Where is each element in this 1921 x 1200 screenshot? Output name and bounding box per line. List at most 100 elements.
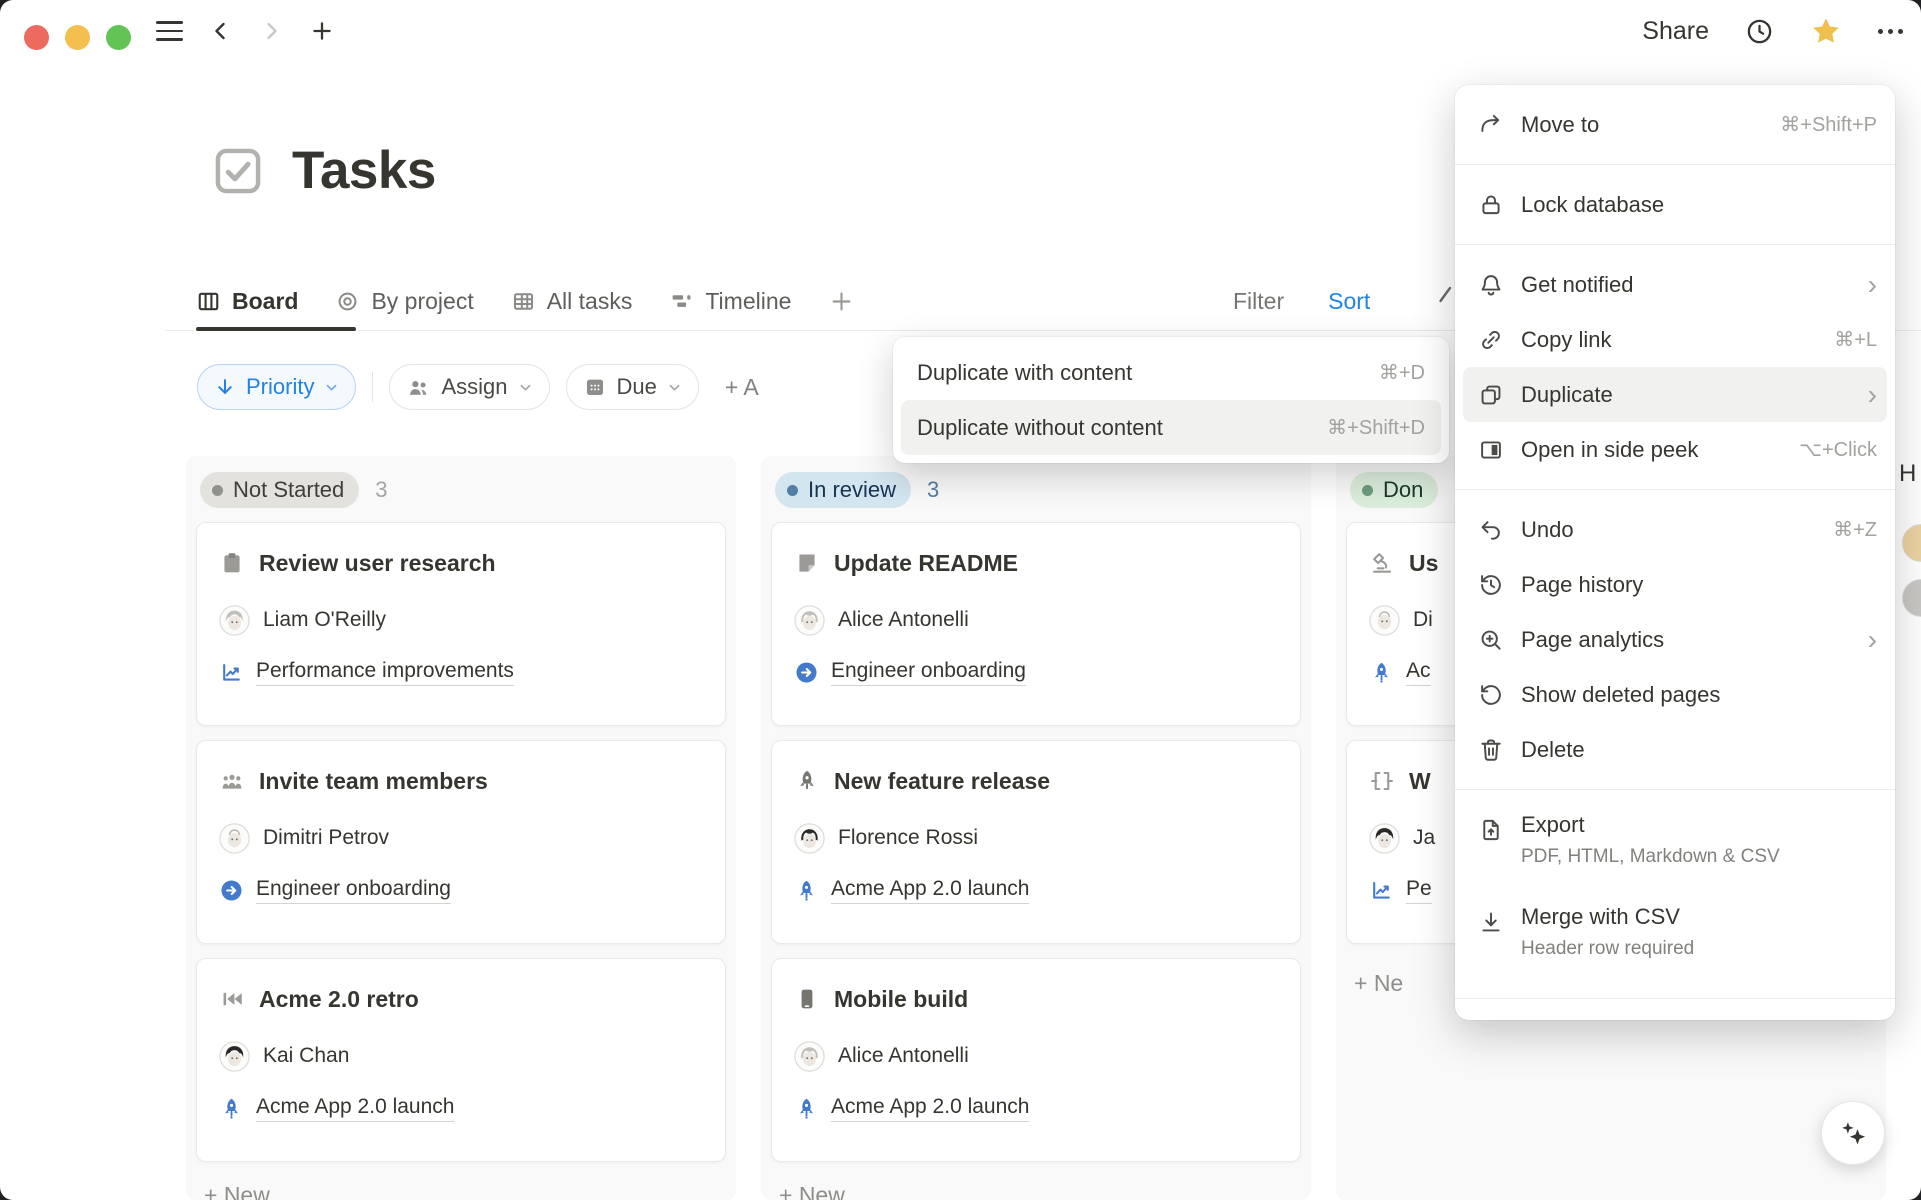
menu-item-label: Show deleted pages <box>1521 682 1720 708</box>
clipped-toolbar-icon <box>1438 286 1453 303</box>
window-controls <box>24 25 131 50</box>
rewind-icon <box>219 986 245 1012</box>
menu-item-page-history[interactable]: Page history <box>1455 557 1895 612</box>
menu-item-label: Copy link <box>1521 327 1611 353</box>
timeline-icon <box>669 289 694 314</box>
arrow-circle-icon <box>794 660 819 685</box>
menu-item-export[interactable]: Export PDF, HTML, Markdown & CSV <box>1455 802 1895 894</box>
menu-item-page-analytics[interactable]: Page analytics › <box>1455 612 1895 667</box>
task-card[interactable]: New feature release Florence Rossi Acme … <box>771 740 1301 944</box>
chip-label: Priority <box>246 374 314 400</box>
link-icon <box>1478 327 1504 353</box>
menu-item-undo[interactable]: Undo ⌘+Z <box>1455 502 1895 557</box>
priority-sort-chip[interactable]: Priority <box>197 364 356 410</box>
card-title: W <box>1409 768 1431 795</box>
chip-label: Due <box>617 374 657 400</box>
menu-item-copy-link[interactable]: Copy link ⌘+L <box>1455 312 1895 367</box>
tab-by-project[interactable]: By project <box>335 288 473 315</box>
microscope-icon <box>1369 550 1395 576</box>
card-title: Update README <box>834 550 1018 577</box>
back-icon[interactable] <box>209 19 233 43</box>
tab-all-tasks[interactable]: All tasks <box>511 288 633 315</box>
menu-item-merge-with-csv[interactable]: Merge with CSV Header row required <box>1455 894 1895 986</box>
status-dot <box>212 485 223 496</box>
ai-assistant-button[interactable] <box>1821 1101 1885 1165</box>
new-card-button[interactable]: + New <box>779 1182 1301 1200</box>
chart-icon <box>219 660 244 685</box>
sidebar-menu-icon[interactable] <box>156 21 183 41</box>
new-tab-icon[interactable] <box>309 18 335 44</box>
project-link[interactable]: Acme App 2.0 launch <box>219 1093 703 1123</box>
menu-item-lock-database[interactable]: Lock database <box>1455 177 1895 232</box>
menu-item-label: Export <box>1521 812 1585 837</box>
forward-icon[interactable] <box>259 19 283 43</box>
menu-item-get-notified[interactable]: Get notified › <box>1455 257 1895 312</box>
avatar <box>1902 524 1921 562</box>
chevron-down-icon <box>518 380 533 395</box>
menu-item-duplicate-without-content[interactable]: Duplicate without content ⌘+Shift+D <box>901 400 1441 455</box>
project-name: Engineer onboarding <box>256 877 451 904</box>
filter-button[interactable]: Filter <box>1233 288 1284 315</box>
assignee-name: Ja <box>1413 826 1435 850</box>
project-link[interactable]: Engineer onboarding <box>794 657 1278 687</box>
task-card[interactable]: Acme 2.0 retro Kai Chan Acme App 2.0 lau… <box>196 958 726 1162</box>
task-card[interactable]: Mobile build Alice Antonelli Acme App 2.… <box>771 958 1301 1162</box>
avatar <box>219 823 250 854</box>
menu-item-delete[interactable]: Delete <box>1455 722 1895 777</box>
chevron-right-icon: › <box>1868 626 1877 654</box>
project-name: Acme App 2.0 launch <box>831 1095 1029 1122</box>
assign-filter-chip[interactable]: Assign <box>389 364 549 410</box>
menu-item-label: Delete <box>1521 737 1585 763</box>
tab-board[interactable]: Board <box>196 288 298 315</box>
add-view-plus-icon[interactable] <box>828 288 855 315</box>
close-window-button[interactable] <box>24 25 49 50</box>
menu-shortcut: ⌘+L <box>1834 327 1877 352</box>
restore-icon <box>1478 682 1504 708</box>
project-link[interactable]: Acme App 2.0 launch <box>794 875 1278 905</box>
sort-button[interactable]: Sort <box>1328 288 1370 315</box>
menu-item-duplicate[interactable]: Duplicate › <box>1463 367 1887 422</box>
task-card[interactable]: Invite team members Dimitri Petrov Engin… <box>196 740 726 944</box>
side-peek-icon <box>1478 437 1504 463</box>
filter-chip-bar: Priority Assign Due + A <box>197 362 759 412</box>
menu-item-label: Move to <box>1521 112 1599 138</box>
rocket-icon <box>794 878 819 903</box>
task-card[interactable]: Review user research Liam O'Reilly Perfo… <box>196 522 726 726</box>
column-header[interactable]: Not Started 3 <box>196 456 726 522</box>
card-title: Invite team members <box>259 768 488 795</box>
zoom-window-button[interactable] <box>106 25 131 50</box>
checkbox-page-icon[interactable] <box>210 143 266 199</box>
status-badge: In review <box>775 472 911 508</box>
more-options-icon[interactable] <box>1878 29 1903 34</box>
sparkle-icon <box>1835 1115 1871 1151</box>
column-header[interactable]: In review 3 <box>771 456 1301 522</box>
menu-item-label: Get notified <box>1521 272 1634 298</box>
updates-clock-icon[interactable] <box>1745 17 1774 46</box>
tab-timeline[interactable]: Timeline <box>669 288 791 315</box>
project-link[interactable]: Engineer onboarding <box>219 875 703 905</box>
page-title[interactable]: Tasks <box>292 140 436 201</box>
menu-shortcut: ⌘+Shift+P <box>1780 112 1877 137</box>
project-link[interactable]: Acme App 2.0 launch <box>794 1093 1278 1123</box>
target-icon <box>335 289 360 314</box>
trash-icon <box>1478 737 1504 763</box>
column-count: 3 <box>927 477 939 503</box>
menu-item-open-in-side-peek[interactable]: Open in side peek ⌥+Click <box>1455 422 1895 477</box>
project-link[interactable]: Performance improvements <box>219 657 703 687</box>
share-button[interactable]: Share <box>1642 17 1709 46</box>
assignee-name: Alice Antonelli <box>838 1044 969 1068</box>
menu-item-duplicate-with-content[interactable]: Duplicate with content ⌘+D <box>901 345 1441 400</box>
due-filter-chip[interactable]: Due <box>566 364 699 410</box>
assignee-name: Kai Chan <box>263 1044 349 1068</box>
menu-item-show-deleted-pages[interactable]: Show deleted pages <box>1455 667 1895 722</box>
minimize-window-button[interactable] <box>65 25 90 50</box>
new-card-button[interactable]: + New <box>204 1182 726 1200</box>
menu-item-move-to[interactable]: Move to ⌘+Shift+P <box>1455 97 1895 152</box>
assignee-name: Alice Antonelli <box>838 608 969 632</box>
task-card[interactable]: Update README Alice Antonelli Engineer o… <box>771 522 1301 726</box>
favorite-star-icon[interactable] <box>1810 15 1842 47</box>
board-icon <box>196 289 221 314</box>
chevron-right-icon: › <box>1868 381 1877 409</box>
add-filter-button[interactable]: + A <box>725 374 759 401</box>
undo-icon <box>1478 517 1504 543</box>
